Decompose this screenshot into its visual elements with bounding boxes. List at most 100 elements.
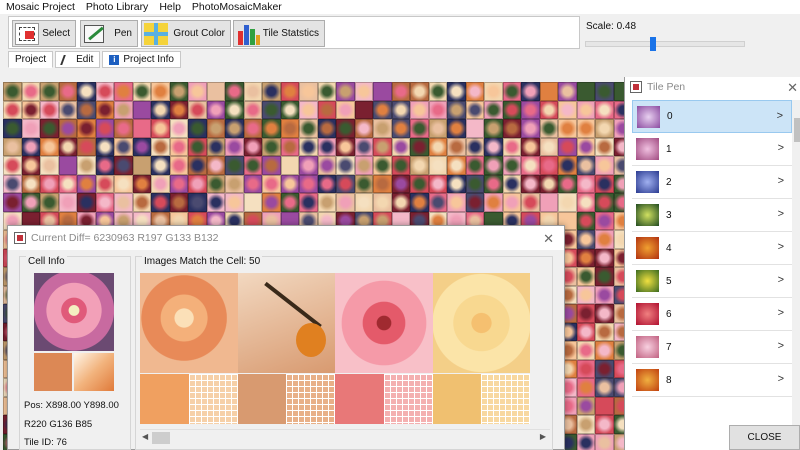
mosaic-tile[interactable]: [354, 82, 373, 101]
mosaic-tile[interactable]: [336, 100, 355, 119]
mosaic-tile[interactable]: [151, 100, 170, 119]
mosaic-tile[interactable]: [428, 82, 447, 101]
scroll-left-icon[interactable]: ◀: [142, 432, 148, 441]
match-image[interactable]: [432, 273, 530, 373]
mosaic-tile[interactable]: [243, 156, 262, 175]
mosaic-tile[interactable]: [521, 193, 540, 212]
mosaic-tile[interactable]: [502, 156, 521, 175]
mosaic-tile[interactable]: [169, 156, 188, 175]
mosaic-tile[interactable]: [132, 137, 151, 156]
mosaic-tile[interactable]: [317, 156, 336, 175]
mosaic-tile[interactable]: [539, 174, 558, 193]
tile-pen-item[interactable]: 2 >: [632, 166, 792, 199]
mosaic-tile[interactable]: [317, 174, 336, 193]
mosaic-tile[interactable]: [40, 82, 59, 101]
mosaic-tile[interactable]: [21, 119, 40, 138]
mosaic-tile[interactable]: [354, 119, 373, 138]
mosaic-tile[interactable]: [188, 82, 207, 101]
mosaic-tile[interactable]: [576, 285, 595, 304]
mosaic-tile[interactable]: [188, 156, 207, 175]
mosaic-tile[interactable]: [188, 174, 207, 193]
mosaic-tile[interactable]: [243, 119, 262, 138]
mosaic-tile[interactable]: [280, 137, 299, 156]
mosaic-tile[interactable]: [317, 119, 336, 138]
mosaic-tile[interactable]: [336, 137, 355, 156]
mosaic-tile[interactable]: [40, 119, 59, 138]
mosaic-tile[interactable]: [77, 193, 96, 212]
mosaic-tile[interactable]: [262, 100, 281, 119]
tile-pen-item[interactable]: 8 >: [632, 364, 792, 397]
mosaic-tile[interactable]: [317, 100, 336, 119]
mosaic-tile[interactable]: [40, 156, 59, 175]
mosaic-tile[interactable]: [502, 193, 521, 212]
mosaic-tile[interactable]: [243, 174, 262, 193]
mosaic-tile[interactable]: [299, 100, 318, 119]
match-image[interactable]: [237, 273, 335, 373]
mosaic-tile[interactable]: [484, 82, 503, 101]
mosaic-tile[interactable]: [410, 156, 429, 175]
mosaic-tile[interactable]: [243, 137, 262, 156]
mosaic-tile[interactable]: [410, 82, 429, 101]
mosaic-tile[interactable]: [428, 137, 447, 156]
mosaic-tile[interactable]: [521, 137, 540, 156]
mosaic-tile[interactable]: [539, 137, 558, 156]
mosaic-tile[interactable]: [447, 119, 466, 138]
mosaic-tile[interactable]: [262, 193, 281, 212]
mosaic-tile[interactable]: [595, 378, 614, 397]
mosaic-tile[interactable]: [391, 82, 410, 101]
mosaic-tile[interactable]: [58, 156, 77, 175]
mosaic-tile[interactable]: [521, 82, 540, 101]
mosaic-tile[interactable]: [336, 82, 355, 101]
tile-pen-item[interactable]: 4 >: [632, 232, 792, 265]
mosaic-tile[interactable]: [262, 137, 281, 156]
mosaic-tile[interactable]: [40, 137, 59, 156]
mosaic-tile[interactable]: [576, 267, 595, 286]
mosaic-tile[interactable]: [576, 396, 595, 415]
mosaic-tile[interactable]: [354, 193, 373, 212]
mosaic-tile[interactable]: [95, 119, 114, 138]
mosaic-tile[interactable]: [40, 174, 59, 193]
mosaic-tile[interactable]: [188, 100, 207, 119]
mosaic-tile[interactable]: [447, 82, 466, 101]
mosaic-tile[interactable]: [299, 119, 318, 138]
mosaic-tile[interactable]: [576, 82, 595, 101]
tile-pen-scrollbar[interactable]: [792, 100, 800, 450]
mosaic-tile[interactable]: [188, 193, 207, 212]
mosaic-tile[interactable]: [484, 137, 503, 156]
mosaic-tile[interactable]: [114, 137, 133, 156]
mosaic-tile[interactable]: [595, 211, 614, 230]
mosaic-tile[interactable]: [576, 378, 595, 397]
mosaic-tile[interactable]: [447, 174, 466, 193]
mosaic-tile[interactable]: [3, 137, 22, 156]
mosaic-tile[interactable]: [539, 82, 558, 101]
mosaic-tile[interactable]: [576, 156, 595, 175]
mosaic-tile[interactable]: [595, 137, 614, 156]
mosaic-tile[interactable]: [132, 193, 151, 212]
mosaic-tile[interactable]: [521, 156, 540, 175]
mosaic-tile[interactable]: [280, 119, 299, 138]
mosaic-tile[interactable]: [151, 82, 170, 101]
mosaic-tile[interactable]: [576, 174, 595, 193]
mosaic-tile[interactable]: [299, 82, 318, 101]
mosaic-tile[interactable]: [595, 267, 614, 286]
mosaic-tile[interactable]: [58, 82, 77, 101]
mosaic-tile[interactable]: [21, 137, 40, 156]
mosaic-tile[interactable]: [373, 193, 392, 212]
mosaic-tile[interactable]: [595, 248, 614, 267]
menu-photo-library[interactable]: Photo Library: [86, 1, 148, 13]
mosaic-tile[interactable]: [558, 156, 577, 175]
mosaic-tile[interactable]: [576, 137, 595, 156]
mosaic-tile[interactable]: [595, 304, 614, 323]
mosaic-tile[interactable]: [169, 174, 188, 193]
mosaic-tile[interactable]: [576, 100, 595, 119]
mosaic-tile[interactable]: [336, 156, 355, 175]
mosaic-tile[interactable]: [595, 230, 614, 249]
mosaic-tile[interactable]: [354, 156, 373, 175]
scrollbar-thumb[interactable]: [152, 432, 170, 444]
select-button[interactable]: Select: [12, 20, 76, 47]
mosaic-tile[interactable]: [391, 119, 410, 138]
mosaic-tile[interactable]: [317, 82, 336, 101]
mosaic-tile[interactable]: [21, 156, 40, 175]
mosaic-tile[interactable]: [576, 322, 595, 341]
pen-button[interactable]: Pen: [80, 20, 138, 47]
